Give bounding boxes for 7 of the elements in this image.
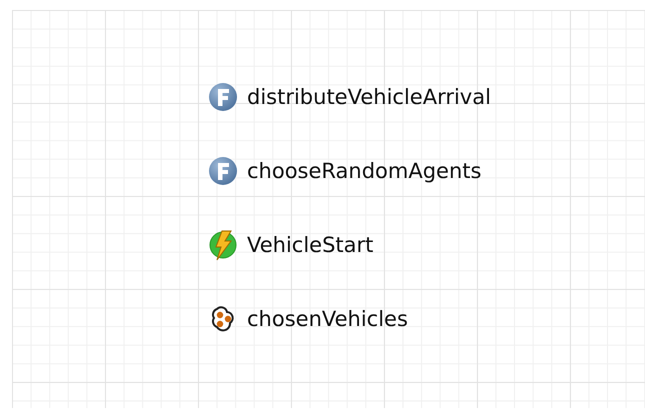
element-name[interactable]: distributeVehicleArrival [247,85,491,109]
element-name[interactable]: VehicleStart [247,233,374,257]
function-icon [207,81,239,113]
element-name[interactable]: chosenVehicles [247,307,408,331]
element-name[interactable]: chooseRandomAgents [247,159,482,183]
lightning-icon [207,229,239,261]
function-icon [207,155,239,187]
